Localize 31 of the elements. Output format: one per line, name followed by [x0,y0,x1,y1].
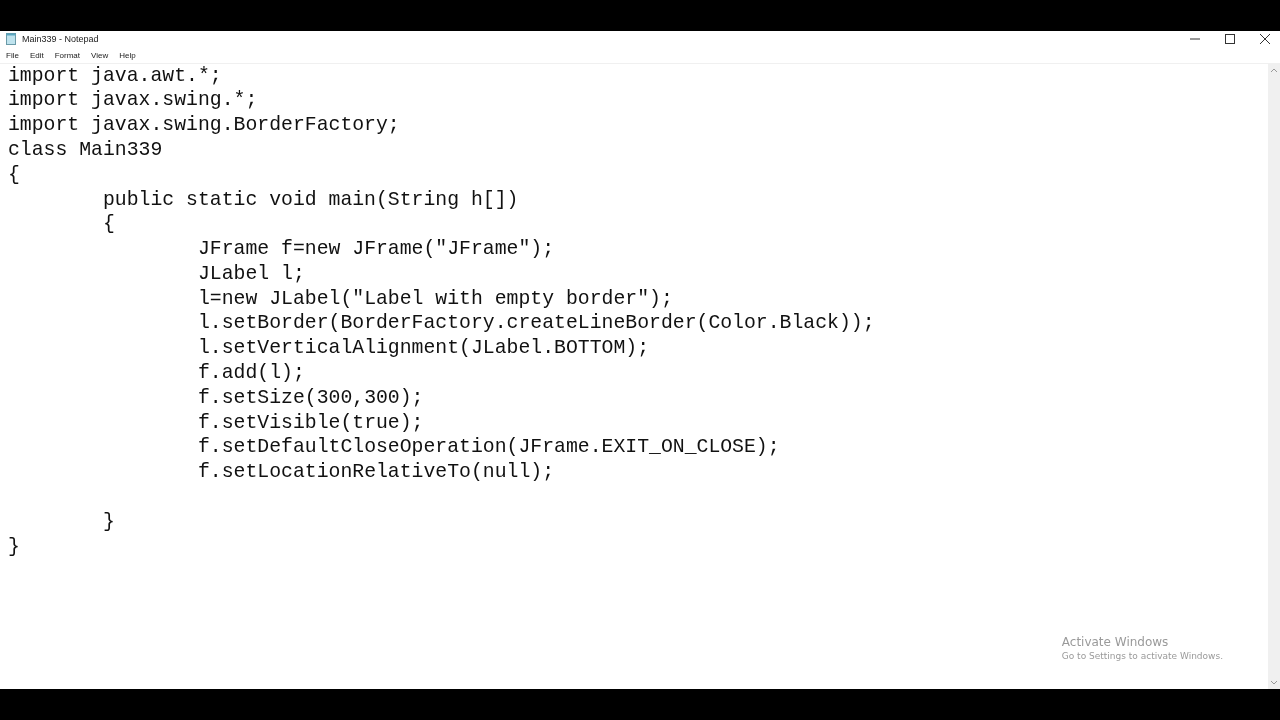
notepad-icon [6,33,16,45]
menu-item[interactable]: View [91,50,109,60]
code-line: l=new JLabel("Label with empty border"); [196,287,673,310]
code-line: { [101,213,115,236]
window-title: Main339 - Notepad [22,34,99,44]
menu-item[interactable]: Format [54,50,81,60]
code-line: f.setDefaultCloseOperation(JFrame.EXIT_ON_CLOSE); [196,436,780,459]
code-line: import javax.swing.BorderFactory; [8,114,400,137]
code-line: public static void main(String h[]) [101,188,519,211]
menu-item[interactable]: File [6,50,19,60]
code-line: import java.awt.*; [8,64,222,87]
activation-title: Activate Windows [1061,634,1170,649]
code-line: import javax.swing.*; [8,89,258,112]
code-line: f.setVisible(true); [196,411,424,434]
code-line: } [101,510,115,533]
code-line: l.setVerticalAlignment(JLabel.BOTTOM); [196,337,650,360]
code-line: JFrame f=new JFrame("JFrame"); [196,238,555,261]
activation-message: Go to Settings to activate Windows. [1061,650,1223,661]
menu-item[interactable]: Edit [29,50,44,60]
code-line: } [8,535,20,558]
code-line: f.add(l); [196,362,305,385]
code-line: JLabel l; [196,262,305,285]
code-line: f.setLocationRelativeTo(null); [196,461,555,484]
code-line: l.setBorder(BorderFactory.createLineBorder(Color.Black)); [196,312,875,335]
code-line: class Main339 [8,138,163,161]
code-line: f.setSize(300,300); [196,386,424,409]
code-line: { [8,163,20,186]
close-icon[interactable] [1260,34,1270,44]
menu-item[interactable]: Help [119,50,136,60]
vertical-scrollbar[interactable] [1268,63,1280,689]
maximize-icon[interactable] [1225,34,1235,44]
